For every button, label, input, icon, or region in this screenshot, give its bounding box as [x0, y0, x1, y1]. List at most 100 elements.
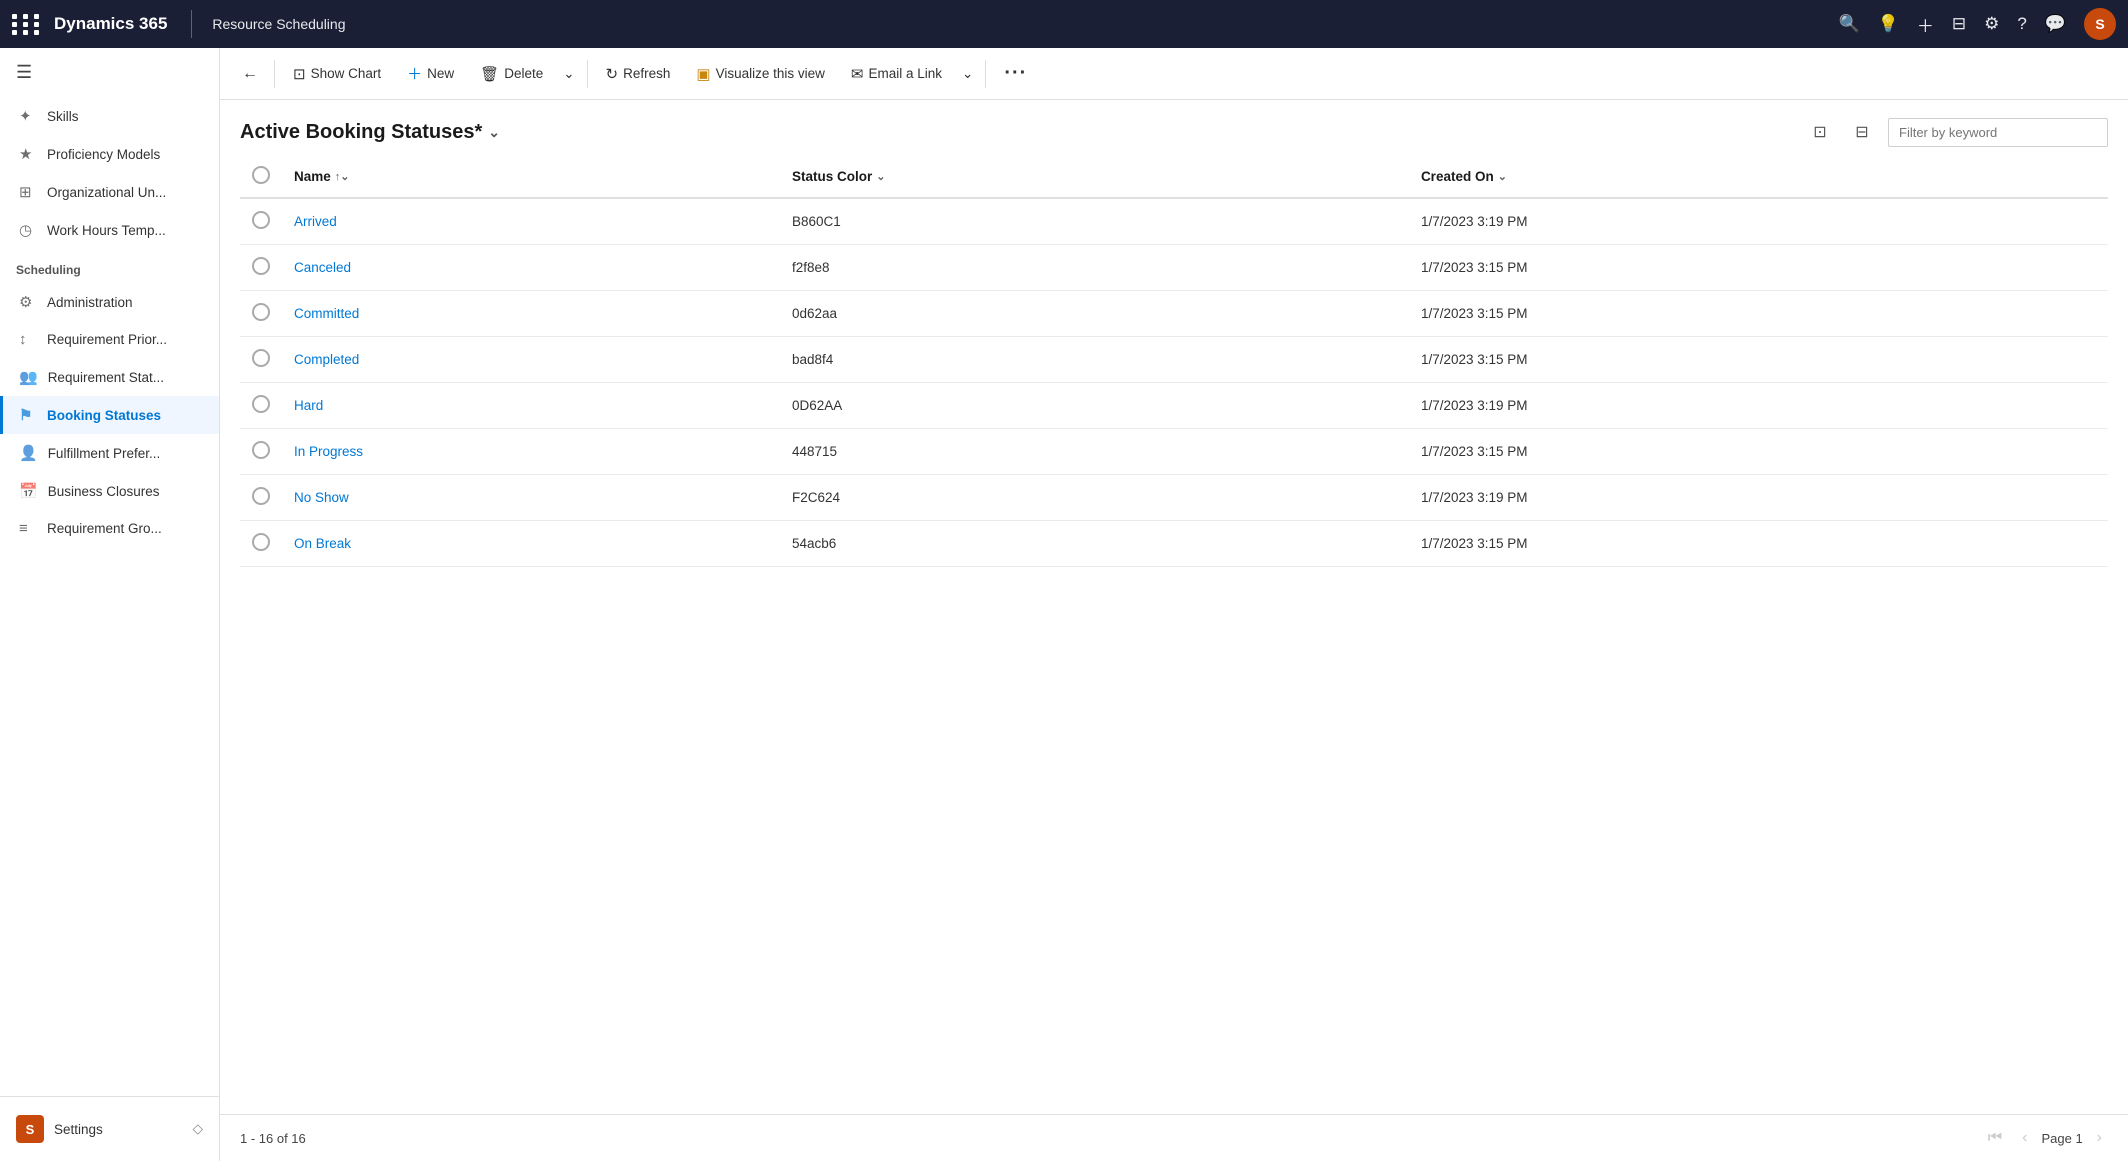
skills-icon: ✦	[19, 107, 37, 125]
back-button[interactable]: ←	[232, 58, 268, 90]
row-name-link[interactable]: Canceled	[294, 260, 351, 275]
row-name-link[interactable]: Committed	[294, 306, 359, 321]
row-checkbox-cell	[240, 198, 282, 245]
row-created-on-cell: 1/7/2023 3:15 PM	[1409, 521, 2108, 567]
lightbulb-icon[interactable]: 💡	[1878, 14, 1899, 34]
workhours-icon: ◷	[19, 221, 37, 239]
sidebar: ☰ ✦ Skills ★ Proficiency Models ⊞ Organi…	[0, 48, 220, 1161]
row-checkbox[interactable]	[252, 211, 270, 229]
select-all-checkbox[interactable]	[252, 166, 270, 184]
sidebar-item-business-closures[interactable]: 📅 Business Closures	[0, 472, 219, 510]
name-column-header[interactable]: Name ↑⌄	[282, 156, 780, 198]
page-label: Page 1	[2041, 1131, 2082, 1146]
req-priority-icon: ↕	[19, 331, 37, 348]
view-layout-button[interactable]: ⊡	[1804, 116, 1836, 148]
row-created-on-cell: 1/7/2023 3:15 PM	[1409, 291, 2108, 337]
visualize-button[interactable]: ▣ Visualize this view	[684, 58, 837, 90]
row-name-link[interactable]: Completed	[294, 352, 359, 367]
table-row: Hard 0D62AA 1/7/2023 3:19 PM	[240, 383, 2108, 429]
delete-dropdown-icon: ⌄	[563, 66, 574, 82]
row-checkbox[interactable]	[252, 257, 270, 275]
sidebar-item-requirement-statuses[interactable]: 👥 Requirement Stat...	[0, 358, 219, 396]
help-icon[interactable]: ?	[2017, 14, 2026, 34]
chat-icon[interactable]: 💬	[2045, 14, 2066, 34]
booking-statuses-table: Name ↑⌄ Status Color ⌄ C	[240, 156, 2108, 567]
view-title: Active Booking Statuses* ⌄	[240, 121, 500, 144]
search-icon[interactable]: 🔍	[1839, 14, 1860, 34]
row-checkbox-cell	[240, 521, 282, 567]
row-created-on-cell: 1/7/2023 3:19 PM	[1409, 383, 2108, 429]
email-link-dropdown-button[interactable]: ⌄	[956, 59, 979, 89]
row-name-cell: Arrived	[282, 198, 780, 245]
sidebar-settings-item[interactable]: S Settings ◇	[0, 1105, 219, 1153]
sidebar-item-organizational-units[interactable]: ⊞ Organizational Un...	[0, 173, 219, 211]
sidebar-item-skills[interactable]: ✦ Skills	[0, 97, 219, 135]
next-page-button[interactable]: ›	[2091, 1125, 2108, 1151]
row-name-link[interactable]: On Break	[294, 536, 351, 551]
row-checkbox[interactable]	[252, 487, 270, 505]
row-name-cell: Committed	[282, 291, 780, 337]
sidebar-item-label: Skills	[47, 109, 79, 124]
content-area: ← ⊡ Show Chart ＋ New 🗑 Delete ⌄ ↻ Ref	[220, 48, 2128, 1161]
row-checkbox-cell	[240, 245, 282, 291]
req-groups-icon: ≡	[19, 520, 37, 537]
record-range-label: 1 - 16 of 16	[240, 1131, 306, 1146]
sidebar-item-booking-statuses[interactable]: ⚑ Booking Statuses	[0, 396, 219, 434]
sidebar-item-label: Fulfillment Prefer...	[48, 446, 161, 461]
filter-icon[interactable]: ⊟	[1952, 14, 1966, 34]
row-checkbox[interactable]	[252, 441, 270, 459]
settings-avatar: S	[16, 1115, 44, 1143]
view-filter-button[interactable]: ⊟	[1846, 116, 1878, 148]
sidebar-item-requirement-groups[interactable]: ≡ Requirement Gro...	[0, 510, 219, 547]
row-status-color-cell: 448715	[780, 429, 1409, 475]
sidebar-item-administration[interactable]: ⚙ Administration	[0, 283, 219, 321]
row-checkbox[interactable]	[252, 349, 270, 367]
row-created-on-cell: 1/7/2023 3:15 PM	[1409, 245, 2108, 291]
fulfillment-icon: 👤	[19, 444, 38, 462]
add-icon[interactable]: ＋	[1917, 12, 1934, 37]
sidebar-item-requirement-priorities[interactable]: ↕ Requirement Prior...	[0, 321, 219, 358]
show-chart-button[interactable]: ⊡ Show Chart	[281, 58, 393, 90]
settings-chevron: ◇	[193, 1121, 203, 1137]
row-name-link[interactable]: Hard	[294, 398, 323, 413]
first-page-button[interactable]: ⏮	[1982, 1125, 2008, 1151]
email-link-button[interactable]: ✉ Email a Link	[839, 58, 954, 90]
prev-page-button[interactable]: ‹	[2016, 1125, 2033, 1151]
row-checkbox[interactable]	[252, 303, 270, 321]
row-checkbox[interactable]	[252, 533, 270, 551]
sidebar-item-label: Booking Statuses	[47, 408, 161, 423]
status-color-column-header[interactable]: Status Color ⌄	[780, 156, 1409, 198]
view-title-dropdown[interactable]: ⌄	[488, 124, 500, 141]
settings-icon[interactable]: ⚙	[1984, 14, 1999, 34]
sidebar-item-proficiency-models[interactable]: ★ Proficiency Models	[0, 135, 219, 173]
sidebar-hamburger-button[interactable]: ☰	[0, 48, 219, 97]
row-name-link[interactable]: No Show	[294, 490, 349, 505]
table-row: On Break 54acb6 1/7/2023 3:15 PM	[240, 521, 2108, 567]
user-avatar[interactable]: S	[2084, 8, 2116, 40]
more-options-button[interactable]: ···	[992, 55, 1039, 92]
table-header: Name ↑⌄ Status Color ⌄ C	[240, 156, 2108, 198]
row-name-cell: No Show	[282, 475, 780, 521]
sidebar-item-label: Work Hours Temp...	[47, 223, 166, 238]
booking-status-icon: ⚑	[19, 406, 37, 424]
created-on-column-header[interactable]: Created On ⌄	[1409, 156, 2108, 198]
main-layout: ☰ ✦ Skills ★ Proficiency Models ⊞ Organi…	[0, 48, 2128, 1161]
row-checkbox[interactable]	[252, 395, 270, 413]
row-name-link[interactable]: In Progress	[294, 444, 363, 459]
new-button[interactable]: ＋ New	[395, 56, 466, 91]
delete-button[interactable]: 🗑 Delete	[468, 58, 555, 90]
table-row: Canceled f2f8e8 1/7/2023 3:15 PM	[240, 245, 2108, 291]
row-checkbox-cell	[240, 383, 282, 429]
app-launcher-button[interactable]	[12, 14, 42, 35]
refresh-button[interactable]: ↻ Refresh	[594, 58, 683, 90]
name-sort-icon: ↑⌄	[335, 170, 350, 183]
row-name-link[interactable]: Arrived	[294, 214, 337, 229]
toolbar-divider-3	[985, 60, 986, 88]
toolbar: ← ⊡ Show Chart ＋ New 🗑 Delete ⌄ ↻ Ref	[220, 48, 2128, 100]
sidebar-item-work-hours-templates[interactable]: ◷ Work Hours Temp...	[0, 211, 219, 249]
table-row: Committed 0d62aa 1/7/2023 3:15 PM	[240, 291, 2108, 337]
delete-dropdown-button[interactable]: ⌄	[557, 59, 580, 89]
sidebar-item-fulfillment-preferences[interactable]: 👤 Fulfillment Prefer...	[0, 434, 219, 472]
filter-input[interactable]	[1888, 118, 2108, 147]
sidebar-item-label: Business Closures	[48, 484, 160, 499]
